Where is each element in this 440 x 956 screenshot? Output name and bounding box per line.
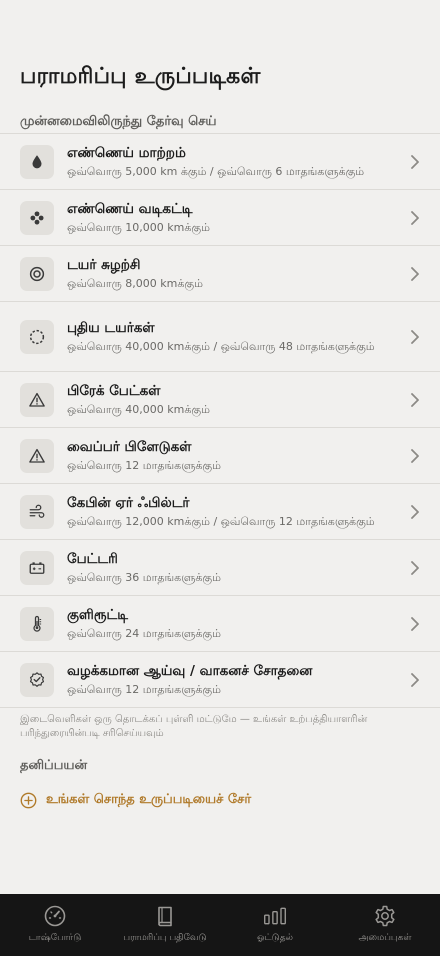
add-custom-item-label: உங்கள் சொந்த உருப்படியைச் சேர்	[46, 792, 252, 807]
chevron-right-icon	[411, 266, 419, 281]
preset-item-interval: ஒவ்வொரு 40,000 kmக்கும் / ஒவ்வொரு 48 மாத…	[67, 339, 375, 353]
preset-item-name: வழக்கமான ஆய்வு / வாகனச் சோதனை	[67, 662, 313, 679]
tab-dashboard[interactable]: டாஷ்போர்டு	[0, 894, 110, 956]
tab-label: ஓட்டுதல்	[256, 933, 294, 943]
preset-item-interval: ஒவ்வொரு 24 மாதங்களுக்கும்	[67, 626, 221, 640]
preset-item-interval: ஒவ்வொரு 40,000 kmக்கும்	[67, 402, 210, 416]
preset-list: எண்ணெய் மாற்றம் ஒவ்வொரு 5,000 km க்கும் …	[0, 133, 440, 708]
chevron-right-icon	[411, 154, 419, 169]
tab-label: டாஷ்போர்டு	[28, 933, 82, 943]
chevron-right-icon	[411, 448, 419, 463]
chevron-right-icon	[411, 616, 419, 631]
book-icon	[158, 906, 172, 927]
speedometer-icon	[44, 905, 66, 927]
preset-item-oil-change[interactable]: எண்ணெய் மாற்றம் ஒவ்வொரு 5,000 km க்கும் …	[0, 133, 440, 189]
preset-item-name: கேபின் ஏர் ஃபில்டர்	[67, 494, 190, 511]
tab-label: அமைப்புகள்	[358, 933, 412, 943]
preset-item-interval: ஒவ்வொரு 12,000 kmக்கும் / ஒவ்வொரு 12 மாத…	[67, 514, 375, 528]
tab-maintenance-log[interactable]: பராமரிப்பு பதிவேடு	[110, 894, 220, 956]
battery-icon	[20, 550, 54, 585]
preset-item-brake-pads[interactable]: பிரேக் பேட்கள் ஒவ்வொரு 40,000 kmக்கும்	[0, 371, 440, 427]
preset-item-name: புதிய டயர்கள்	[67, 319, 155, 336]
chevron-right-icon	[411, 210, 419, 225]
custom-section-label: தனிப்பயன்	[20, 758, 88, 773]
drop-icon	[20, 144, 54, 179]
preset-item-interval: ஒவ்வொரு 5,000 km க்கும் / ஒவ்வொரு 6 மாதங…	[67, 164, 365, 178]
tab-bar: டாஷ்போர்டு பராமரிப்பு பதிவேடு ஓட்டுதல் அ…	[0, 894, 440, 956]
dashed-circle-icon	[20, 319, 54, 354]
preset-item-new-tires[interactable]: புதிய டயர்கள் ஒவ்வொரு 40,000 kmக்கும் / …	[0, 301, 440, 371]
gear-icon	[375, 905, 395, 927]
bar-chart-icon	[264, 907, 286, 925]
warning-icon	[20, 438, 54, 473]
page-title: பராமரிப்பு உருப்படிகள்	[20, 64, 261, 89]
warning-icon	[20, 382, 54, 417]
wind-icon	[20, 494, 54, 529]
preset-item-name: வைப்பர் பிளேடுகள்	[67, 438, 192, 455]
preset-item-interval: ஒவ்வொரு 12 மாதங்களுக்கும்	[67, 458, 221, 472]
preset-item-interval: ஒவ்வொரு 8,000 kmக்கும்	[67, 276, 203, 290]
tab-driving[interactable]: ஓட்டுதல்	[220, 894, 330, 956]
maintenance-items-screen: பராமரிப்பு உருப்படிகள் முன்னமைவிலிருந்து…	[0, 0, 440, 894]
preset-item-interval: ஒவ்வொரு 10,000 kmக்கும்	[67, 220, 210, 234]
preset-item-name: பேட்டரி	[67, 550, 118, 567]
chevron-right-icon	[411, 560, 419, 575]
preset-item-interval: ஒவ்வொரு 36 மாதங்களுக்கும்	[67, 570, 221, 584]
preset-item-tire-rotation[interactable]: டயர் சுழற்சி ஒவ்வொரு 8,000 kmக்கும்	[0, 245, 440, 301]
preset-item-battery[interactable]: பேட்டரி ஒவ்வொரு 36 மாதங்களுக்கும்	[0, 539, 440, 595]
preset-item-name: எண்ணெய் மாற்றம்	[67, 144, 186, 161]
chevron-right-icon	[411, 504, 419, 519]
preset-item-name: எண்ணெய் வடிகட்டி	[67, 200, 193, 217]
interval-note: இடைவெளிகள் ஒரு தொடக்கப் புள்ளி மட்டுமே —…	[20, 714, 368, 739]
chevron-right-icon	[411, 672, 419, 687]
thermometer-icon	[20, 606, 54, 641]
check-badge-icon	[20, 662, 54, 697]
preset-item-name: குளிரூட்டி	[67, 606, 128, 623]
chevron-right-icon	[411, 329, 419, 344]
filter-dots-icon	[20, 200, 54, 235]
target-icon	[20, 256, 54, 291]
plus-circle-icon	[20, 792, 37, 808]
chevron-right-icon	[411, 392, 419, 407]
preset-item-oil-filter[interactable]: எண்ணெய் வடிகட்டி ஒவ்வொரு 10,000 kmக்கும்	[0, 189, 440, 245]
preset-item-name: பிரேக் பேட்கள்	[67, 382, 161, 399]
add-custom-item-button[interactable]: உங்கள் சொந்த உருப்படியைச் சேர்	[20, 790, 251, 810]
tab-label: பராமரிப்பு பதிவேடு	[123, 933, 207, 943]
preset-item-coolant[interactable]: குளிரூட்டி ஒவ்வொரு 24 மாதங்களுக்கும்	[0, 595, 440, 651]
tab-settings[interactable]: அமைப்புகள்	[330, 894, 440, 956]
preset-item-interval: ஒவ்வொரு 12 மாதங்களுக்கும்	[67, 682, 221, 696]
preset-section-label: முன்னமைவிலிருந்து தேர்வு செய்	[20, 114, 217, 129]
preset-item-inspection[interactable]: வழக்கமான ஆய்வு / வாகனச் சோதனை ஒவ்வொரு 12…	[0, 651, 440, 707]
preset-item-cabin-air-filter[interactable]: கேபின் ஏர் ஃபில்டர் ஒவ்வொரு 12,000 kmக்க…	[0, 483, 440, 539]
preset-item-name: டயர் சுழற்சி	[67, 256, 141, 273]
list-divider	[0, 707, 440, 708]
preset-item-wiper-blades[interactable]: வைப்பர் பிளேடுகள் ஒவ்வொரு 12 மாதங்களுக்க…	[0, 427, 440, 483]
